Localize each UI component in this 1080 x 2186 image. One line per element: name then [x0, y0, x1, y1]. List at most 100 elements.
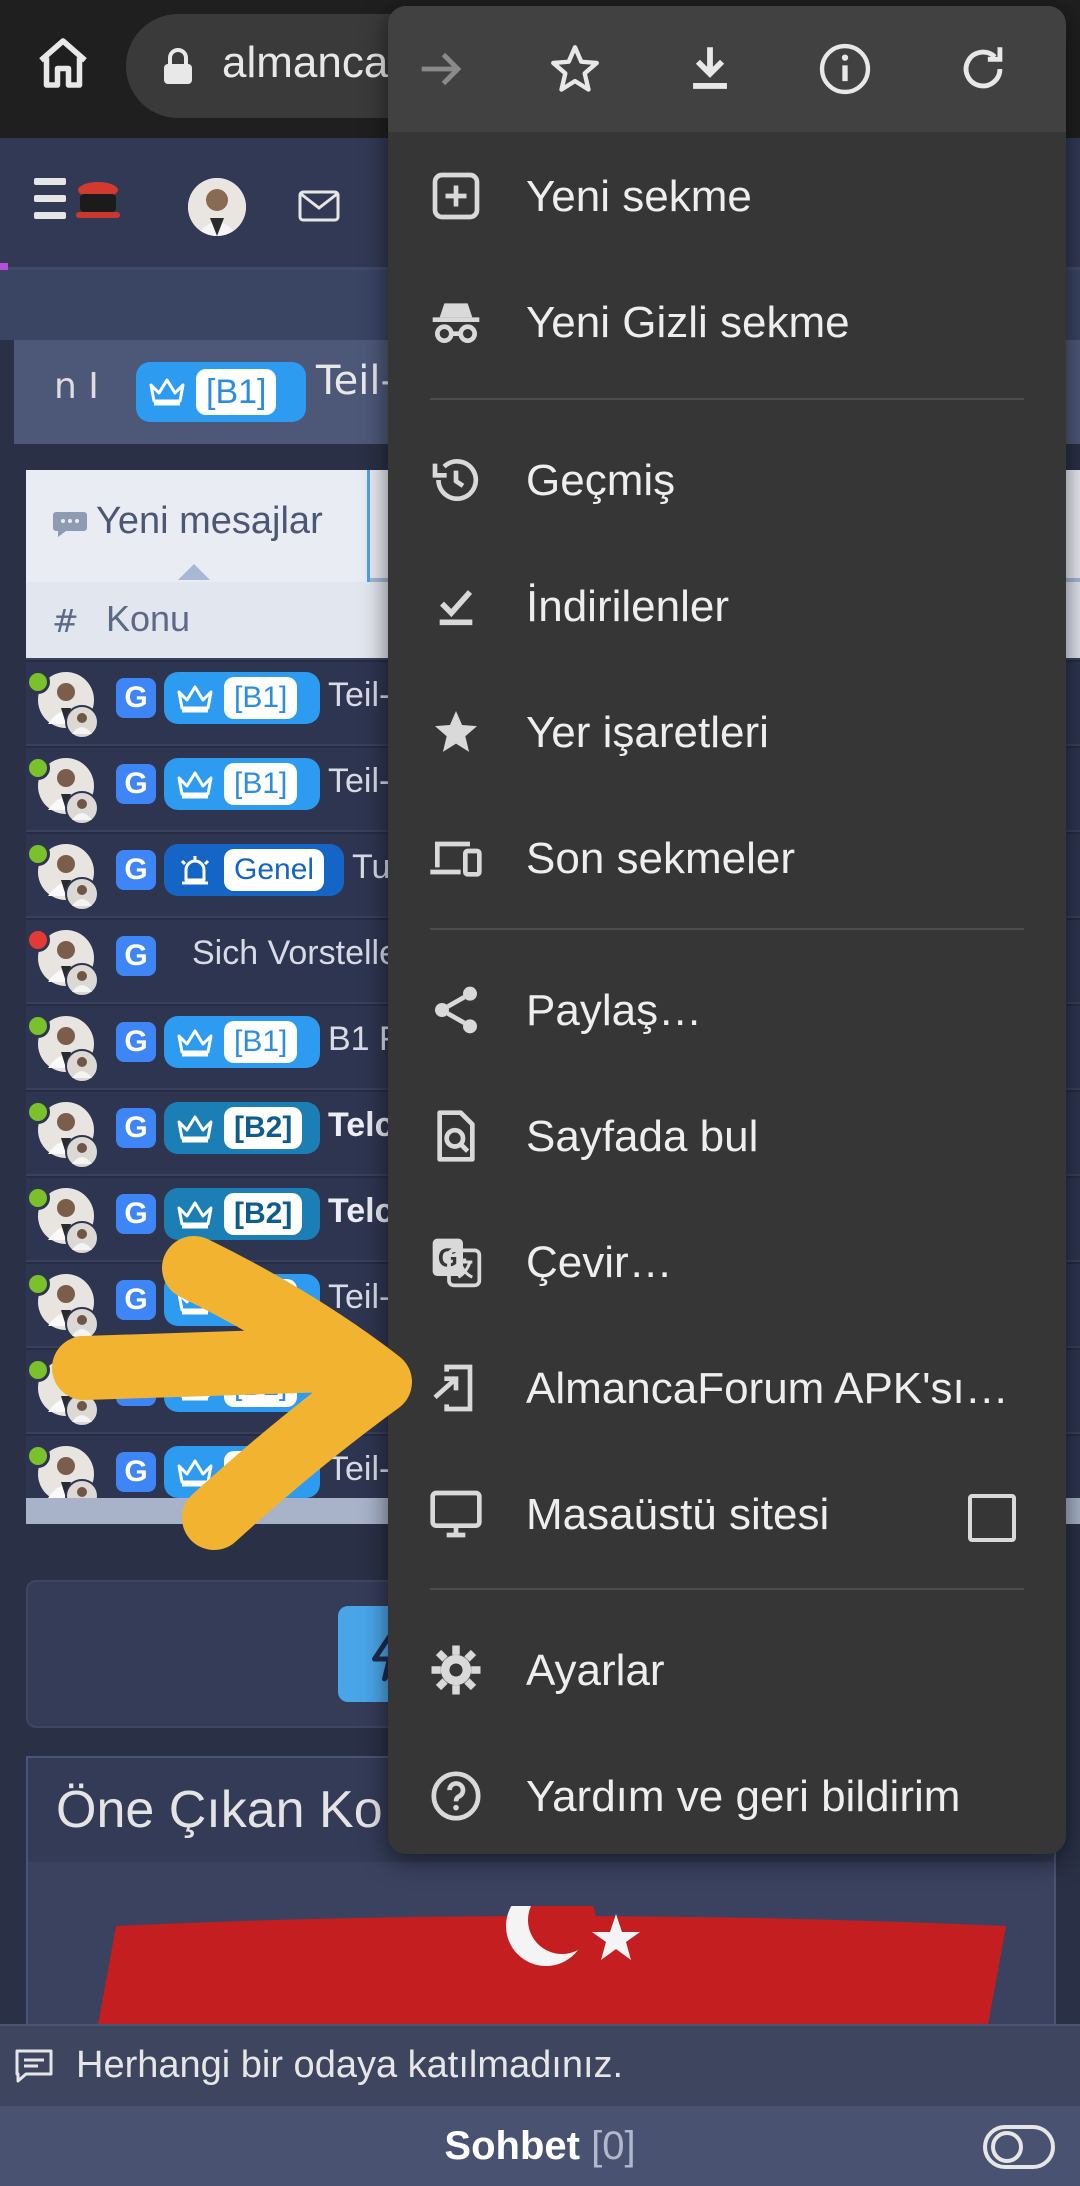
crown-icon [177, 1115, 213, 1143]
forum-g-icon: G [116, 678, 156, 718]
menu-item-new-incognito-tab[interactable]: Yeni Gizli sekme [388, 258, 1066, 384]
menu-item-install-app[interactable]: AlmancaForum APK'sı… [388, 1324, 1066, 1450]
prefix-label: [B1] [224, 1365, 298, 1407]
download-icon[interactable] [681, 40, 739, 98]
prefix-label: [B1] [196, 369, 277, 415]
forum-g-icon: G [116, 850, 156, 890]
user-avatar[interactable] [188, 178, 246, 236]
siren-icon [180, 856, 210, 885]
prefix-badge[interactable]: [B2] [164, 1188, 320, 1240]
recent-tabs-icon [430, 841, 482, 877]
chat-status-text: Herhangi bir odaya katılmadınız. [76, 2044, 624, 2086]
featured-title: Öne Çıkan Ko [56, 1781, 383, 1839]
prefix-label: [B1] [224, 1021, 298, 1063]
status-dot [26, 1444, 50, 1468]
menu-item-downloads[interactable]: İndirilenler [388, 542, 1066, 668]
prefix-label: [B1] [224, 1279, 298, 1321]
forum-g-icon: G [116, 1452, 156, 1492]
home-icon[interactable] [30, 30, 96, 96]
status-dot [26, 928, 50, 952]
status-dot [26, 1186, 50, 1210]
thread-title[interactable]: Teil- [328, 676, 390, 715]
menu-item-bookmarks[interactable]: Yer işaretleri [388, 668, 1066, 794]
forum-g-icon: G [116, 1108, 156, 1148]
prefix-badge[interactable]: [B1] [164, 672, 320, 724]
thread-title[interactable]: Teil- [316, 358, 395, 404]
desktop-site-checkbox[interactable] [968, 1494, 1016, 1542]
prefix-badge[interactable]: [B1] [164, 1446, 320, 1498]
thread-title[interactable]: Tu [352, 848, 390, 887]
menu-divider [430, 398, 1024, 400]
crown-icon [177, 1029, 213, 1057]
site-logo[interactable] [72, 178, 124, 222]
prefix-badge[interactable]: Genel [164, 844, 344, 896]
forum-g-icon: G [116, 1022, 156, 1062]
crown-icon [177, 1373, 213, 1401]
thread-title[interactable]: Teil- [328, 1278, 390, 1317]
browser-overflow-menu: Yeni sekme Yeni Gizli sekme Geçmiş İndir… [388, 6, 1066, 1854]
status-dot [26, 756, 50, 780]
url-text: almanca [222, 38, 389, 87]
menu-item-find-in-page[interactable]: Sayfada bul [388, 1072, 1066, 1198]
forum-g-icon: G [116, 764, 156, 804]
crown-icon [177, 1459, 213, 1487]
menu-item-share[interactable]: Paylaş… [388, 946, 1066, 1072]
crown-icon [177, 685, 213, 713]
mail-icon[interactable] [298, 190, 340, 222]
browser-viewport: almanca n I [B1] Teil- Yeni mesajlar # K… [0, 0, 1080, 2186]
prefix-badge[interactable]: [B1] [164, 1274, 320, 1326]
forum-g-icon: G [116, 1280, 156, 1320]
prefix-badge[interactable]: [B1] [164, 1016, 320, 1068]
info-icon[interactable] [816, 40, 874, 98]
status-dot [26, 670, 50, 694]
thread-title[interactable]: Teil- [328, 762, 390, 801]
prefix-badge[interactable]: [B1] [164, 758, 320, 810]
chat-title: Sohbet [0] [444, 2124, 636, 2168]
hamburger-menu-icon[interactable] [34, 178, 66, 226]
prefix-badge[interactable]: [B2] [164, 1102, 320, 1154]
share-icon [435, 986, 477, 1034]
menu-item-new-tab[interactable]: Yeni sekme [388, 132, 1066, 258]
prefix-label: [B1] [224, 763, 298, 805]
status-dot [26, 842, 50, 866]
forum-g-icon: G [116, 1194, 156, 1234]
thread-title[interactable]: Telc [328, 1192, 394, 1231]
history-icon [432, 459, 479, 501]
menu-item-history[interactable]: Geçmiş [388, 416, 1066, 542]
forum-g-icon: G [116, 936, 156, 976]
menu-item-recent-tabs[interactable]: Son sekmeler [388, 794, 1066, 920]
thread-title[interactable]: Teil- [328, 1450, 390, 1489]
bookmark-star-icon[interactable] [546, 40, 604, 98]
forum-g-icon: G [116, 1366, 156, 1406]
prefix-label: [B2] [224, 1193, 303, 1235]
find-in-page-icon [437, 1110, 475, 1162]
forward-icon[interactable] [412, 40, 470, 98]
tab-new-messages[interactable]: Yeni mesajlar [26, 470, 370, 582]
status-dot [26, 1014, 50, 1038]
settings-gear-icon [431, 1645, 481, 1695]
prefix-badge[interactable]: [B1] [164, 1360, 320, 1412]
downloads-icon [439, 590, 473, 626]
chat-toggle-icon[interactable] [982, 2124, 1056, 2170]
chat-bar[interactable]: Sohbet [0] [0, 2106, 1080, 2186]
menu-item-help-feedback[interactable]: Yardım ve geri bildirim [388, 1732, 1066, 1854]
prefix-label: [B1] [224, 1451, 298, 1493]
reload-icon[interactable] [954, 40, 1012, 98]
featured-image[interactable] [86, 1906, 1006, 2036]
menu-item-settings[interactable]: Ayarlar [388, 1606, 1066, 1732]
menu-item-translate[interactable]: G Çevir… [388, 1198, 1066, 1324]
chat-count: [0] [591, 2124, 636, 2168]
crown-icon [177, 771, 213, 799]
menu-item-desktop-site[interactable]: Masaüstü sitesi [388, 1450, 1066, 1576]
desktop-icon [430, 1490, 482, 1538]
thread-prefix-badge[interactable]: [B1] [136, 362, 306, 422]
chat-status-bar[interactable]: Herhangi bir odaya katılmadınız. [0, 2024, 1080, 2106]
thread-title[interactable]: Sich Vorsteller [192, 934, 409, 973]
thread-title[interactable]: Telc [328, 1106, 394, 1145]
menu-toolbar [388, 6, 1066, 132]
crown-icon [177, 1287, 213, 1315]
prefix-label: [B2] [224, 1107, 303, 1149]
chat-bubble-icon [53, 512, 87, 537]
incognito-icon [432, 303, 480, 343]
help-icon [431, 1771, 481, 1821]
